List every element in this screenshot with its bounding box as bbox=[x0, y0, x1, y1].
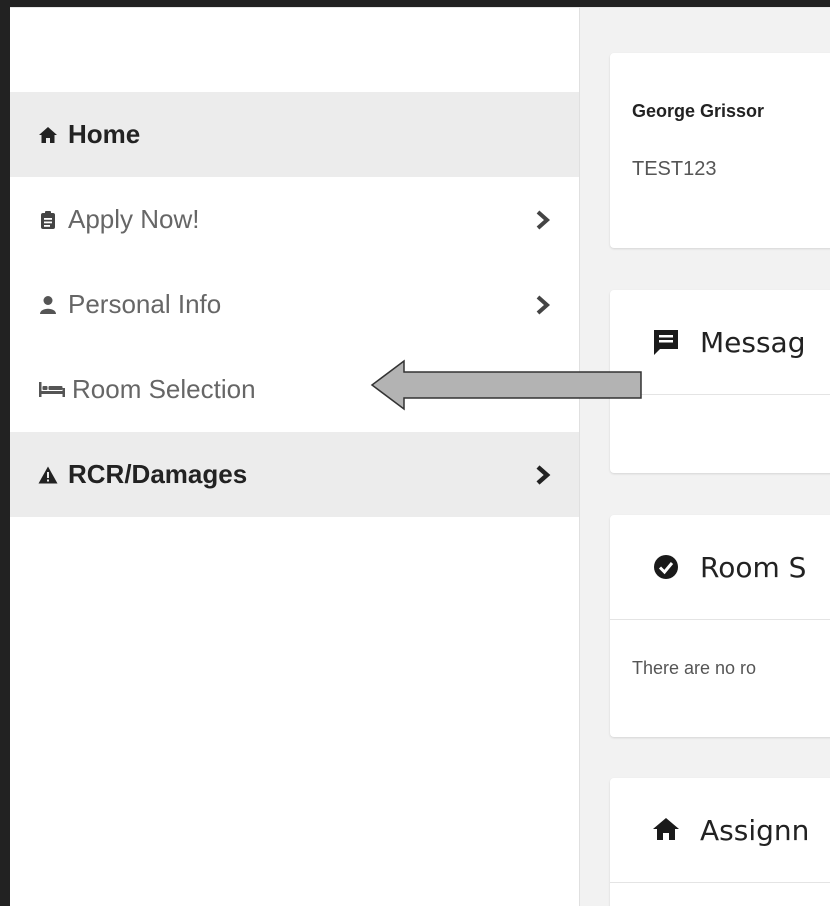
app-window: Home Apply Now! Personal Info Room Selec… bbox=[10, 7, 830, 906]
annotation-arrow bbox=[370, 359, 642, 411]
